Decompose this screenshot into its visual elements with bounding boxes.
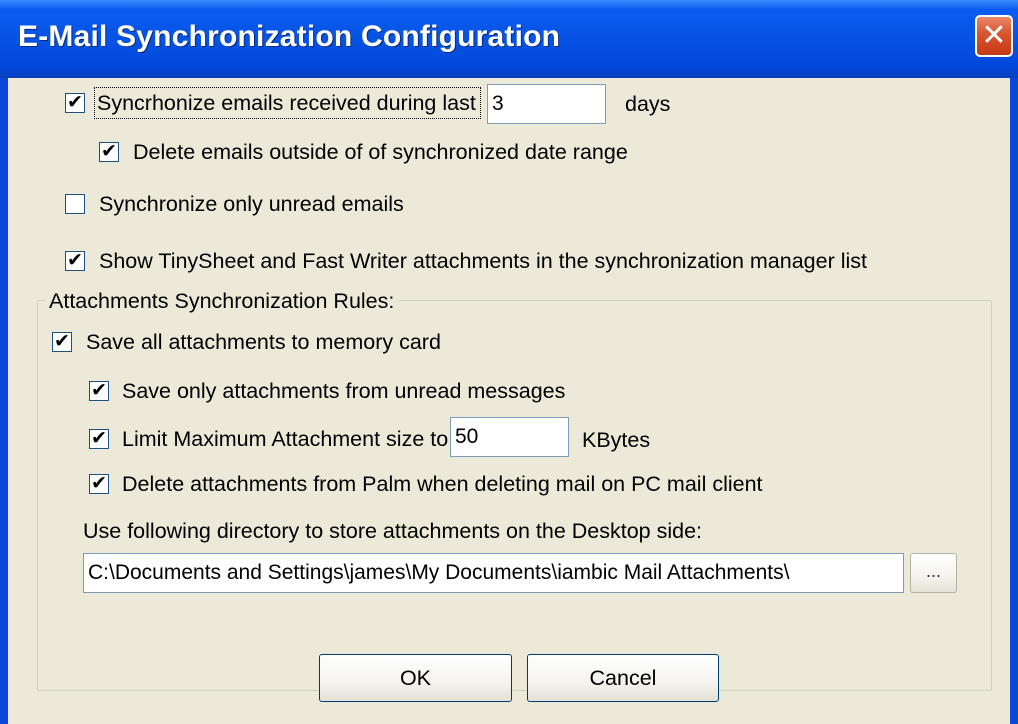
close-button[interactable]: ✕ [975, 15, 1013, 57]
window-border [1010, 78, 1018, 724]
title-bar[interactable]: E-Mail Synchronization Configuration ✕ [0, 0, 1018, 78]
sync-days-checkbox[interactable] [65, 93, 85, 113]
kbytes-suffix: KBytes [582, 428, 651, 452]
browse-button[interactable]: ... [910, 553, 957, 593]
directory-input[interactable]: C:\Documents and Settings\james\My Docum… [83, 553, 904, 593]
save-all-checkbox[interactable] [52, 332, 72, 352]
dialog-body: Syncrhonize emails received during last … [8, 78, 1010, 724]
limit-size-input[interactable]: 50 [450, 417, 569, 457]
limit-size-checkbox[interactable] [89, 429, 109, 449]
days-suffix: days [625, 92, 671, 116]
only-unread-label[interactable]: Synchronize only unread emails [99, 192, 404, 217]
delete-palm-checkbox[interactable] [89, 474, 109, 494]
show-attachments-label[interactable]: Show TinySheet and Fast Writer attachmen… [99, 249, 867, 274]
attachments-group-title: Attachments Synchronization Rules: [45, 289, 399, 314]
show-attachments-checkbox[interactable] [65, 251, 85, 271]
dialog-window: E-Mail Synchronization Configuration ✕ S… [0, 0, 1018, 724]
save-unread-label[interactable]: Save only attachments from unread messag… [122, 379, 565, 404]
window-title: E-Mail Synchronization Configuration [18, 20, 561, 53]
save-unread-checkbox[interactable] [89, 381, 109, 401]
ok-button[interactable]: OK [319, 654, 512, 702]
directory-label: Use following directory to store attachm… [83, 519, 703, 543]
delete-outside-checkbox[interactable] [99, 142, 119, 162]
delete-outside-label[interactable]: Delete emails outside of of synchronized… [133, 140, 628, 165]
save-all-label[interactable]: Save all attachments to memory card [86, 330, 441, 355]
limit-size-label[interactable]: Limit Maximum Attachment size to [122, 427, 448, 452]
sync-days-input[interactable]: 3 [487, 84, 606, 124]
delete-palm-label[interactable]: Delete attachments from Palm when deleti… [122, 472, 763, 497]
sync-days-label[interactable]: Syncrhonize emails received during last [97, 91, 476, 116]
only-unread-checkbox[interactable] [65, 194, 85, 214]
cancel-button[interactable]: Cancel [527, 654, 719, 702]
